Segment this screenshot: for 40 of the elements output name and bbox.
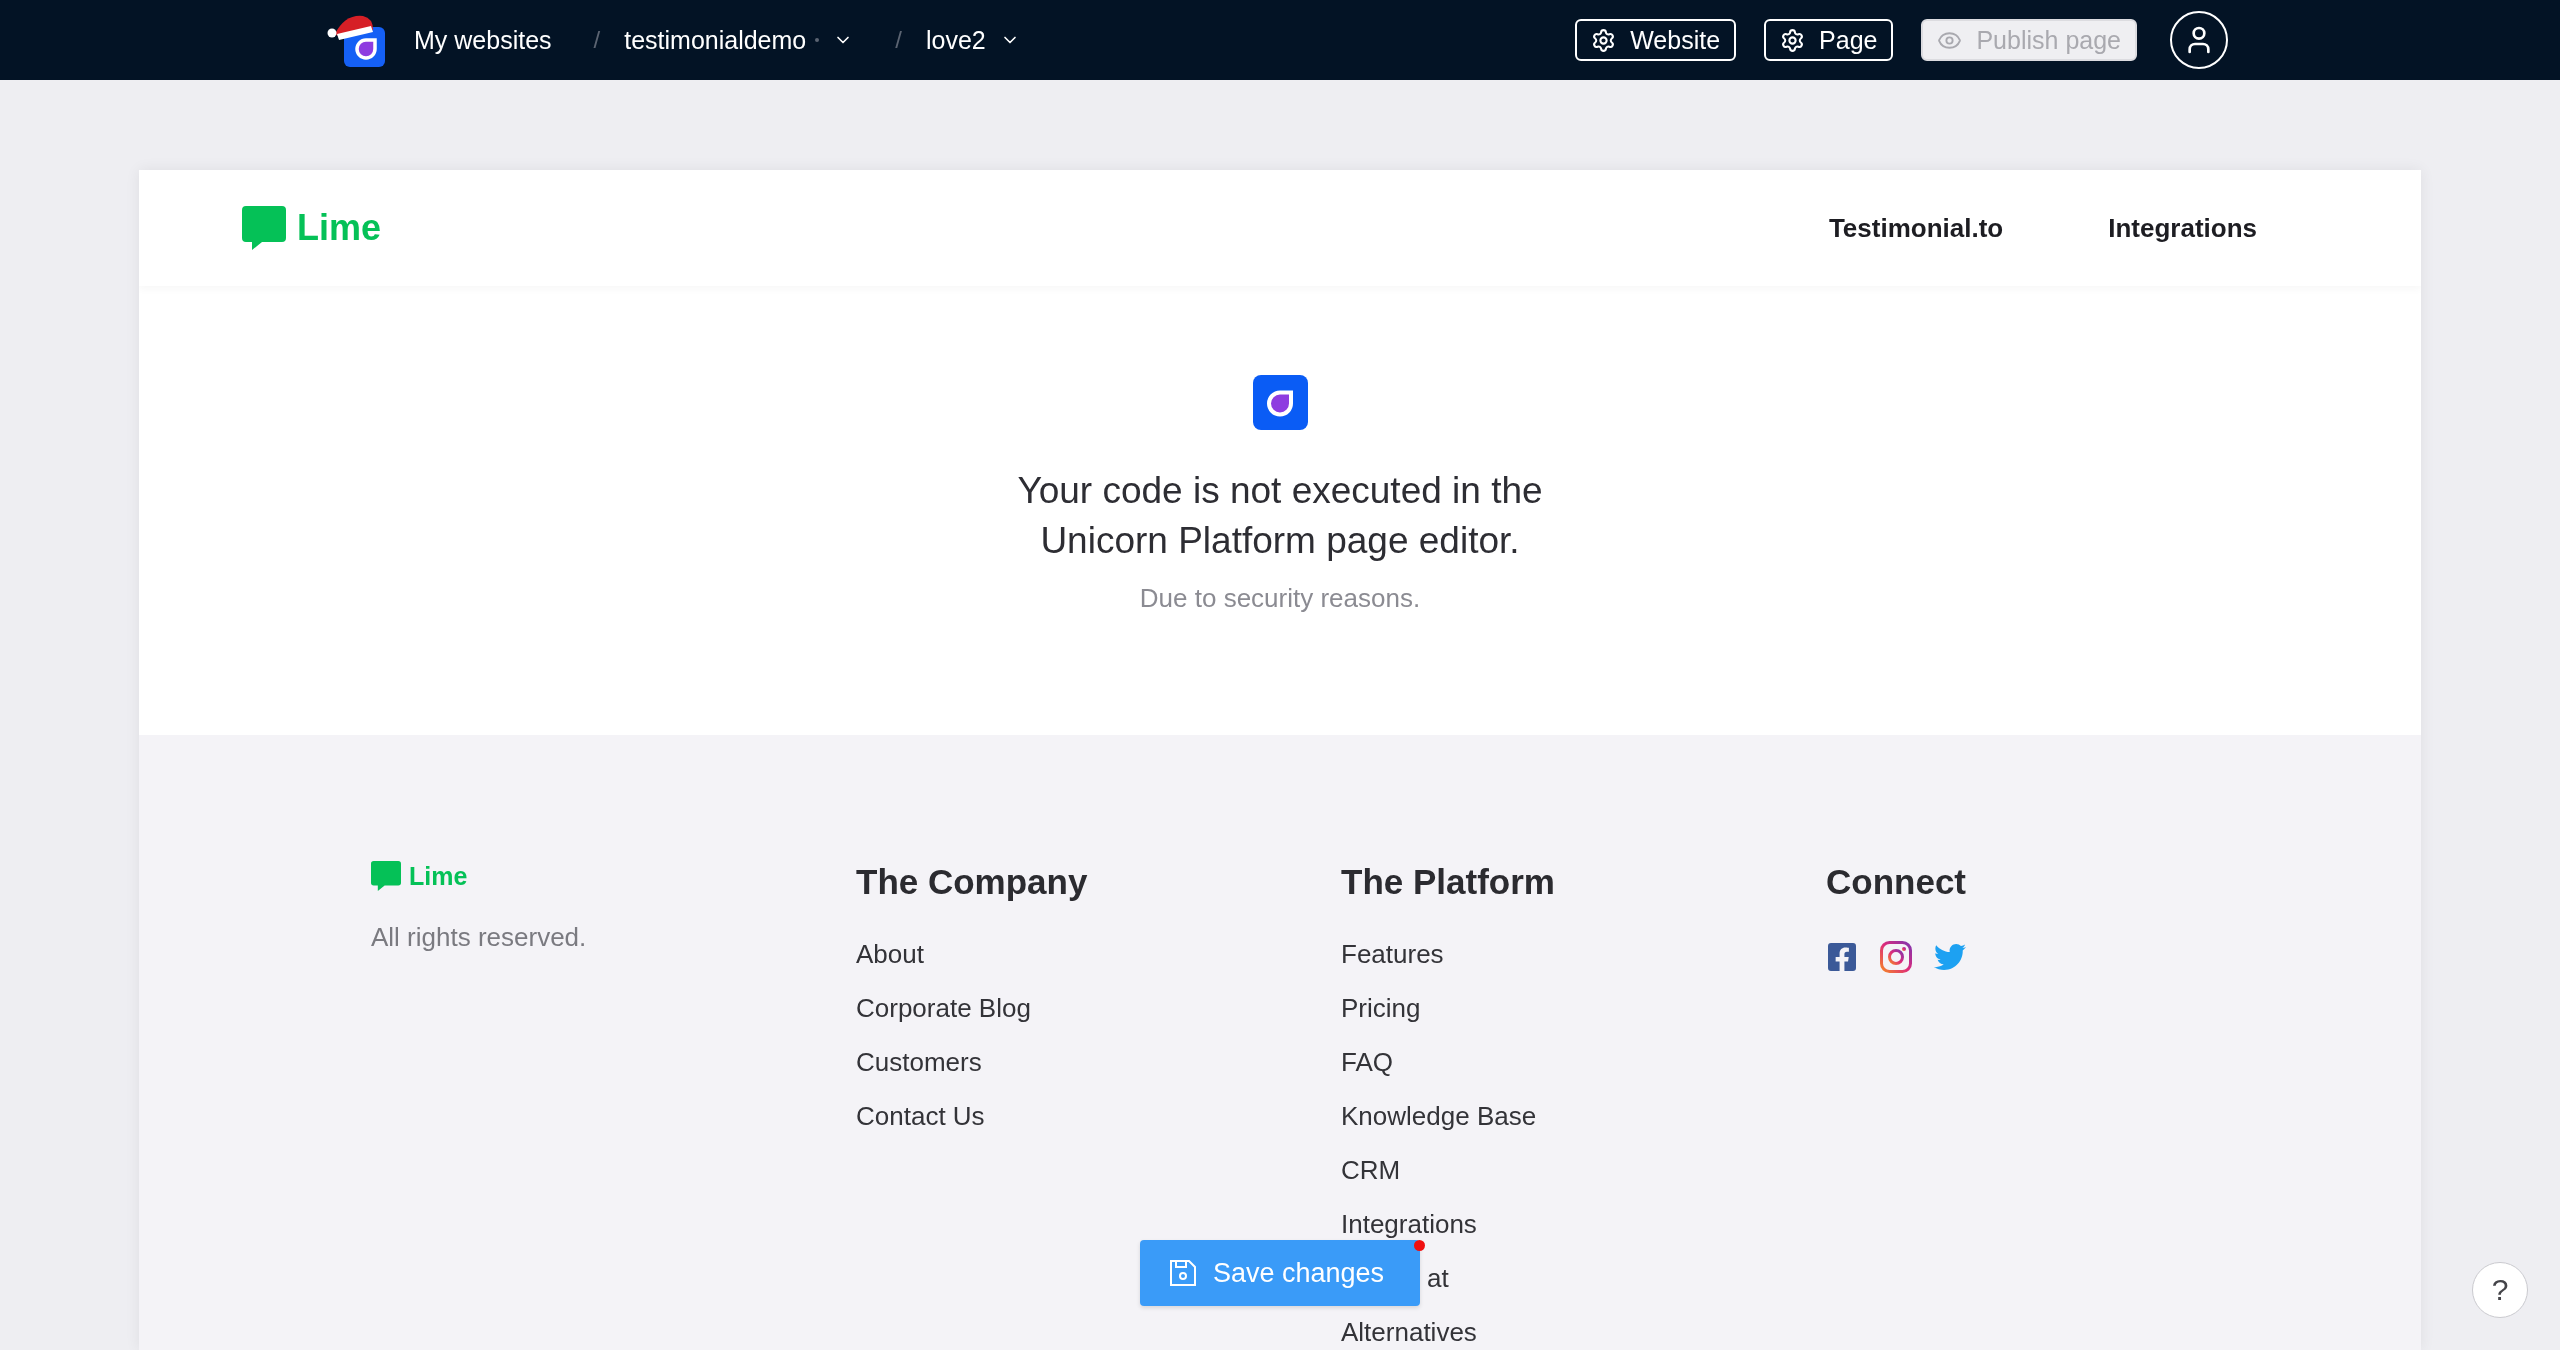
facebook-icon[interactable] <box>1826 941 1858 973</box>
footer-link[interactable]: Pricing <box>1341 995 1421 1021</box>
footer-link[interactable]: Corporate Blog <box>856 995 1031 1021</box>
breadcrumb-dropdown[interactable]: testimonialdemo <box>624 25 854 55</box>
save-icon <box>1170 1260 1196 1286</box>
footer-link[interactable]: Knowledge Base <box>1341 1103 1537 1129</box>
speech-bubble-icon <box>242 206 286 250</box>
nav-link[interactable]: Integrations <box>2108 212 2257 244</box>
settings-icon <box>1780 27 1806 53</box>
copyright-text: All rights reserved. <box>371 922 587 952</box>
footer-link[interactable]: Contact Us <box>856 1103 985 1129</box>
instagram-icon[interactable] <box>1880 941 1912 973</box>
notice-message: Your code is not executed in the Unicorn Platform page editor. <box>1016 469 1544 563</box>
app-logo-icon <box>1252 375 1308 430</box>
nav-link[interactable]: Testimonial.to <box>1828 212 2004 244</box>
speech-bubble-icon <box>371 861 401 891</box>
breadcrumb-dropdown[interactable]: love2 <box>925 25 1020 55</box>
footer-link[interactable]: Integrations <box>1341 1211 1477 1237</box>
footer-link[interactable]: About <box>856 941 924 967</box>
notice-note: Due to security reasons. <box>1139 582 1421 615</box>
footer-link[interactable]: FAQ <box>1341 1049 1393 1075</box>
breadcrumb-separator: / <box>593 26 601 54</box>
breadcrumb-separator: / <box>895 26 902 54</box>
footer-column-title: Connect <box>1826 861 1966 903</box>
footer-link[interactable]: Alternatives <box>1341 1319 1477 1345</box>
footer-link[interactable]: CRM <box>1341 1157 1401 1183</box>
settings-icon <box>1591 27 1617 53</box>
footer-column-title: The Company <box>856 861 1088 903</box>
account-button[interactable] <box>2170 11 2228 69</box>
footer-link[interactable]: at <box>1427 1265 1449 1291</box>
breadcrumb-link[interactable]: My websites <box>414 25 552 55</box>
help-button[interactable]: ? <box>2472 1262 2528 1318</box>
settings-button[interactable]: Website <box>1575 19 1737 61</box>
brand-name: Lime <box>297 207 382 249</box>
footer-column-title: The Platform <box>1341 861 1555 903</box>
settings-button[interactable]: Page <box>1764 19 1894 61</box>
footer-link[interactable]: Customers <box>856 1049 982 1075</box>
brand-name: Lime <box>409 861 468 891</box>
twitter-icon[interactable] <box>1934 941 1966 973</box>
footer-link[interactable]: Features <box>1341 941 1444 967</box>
